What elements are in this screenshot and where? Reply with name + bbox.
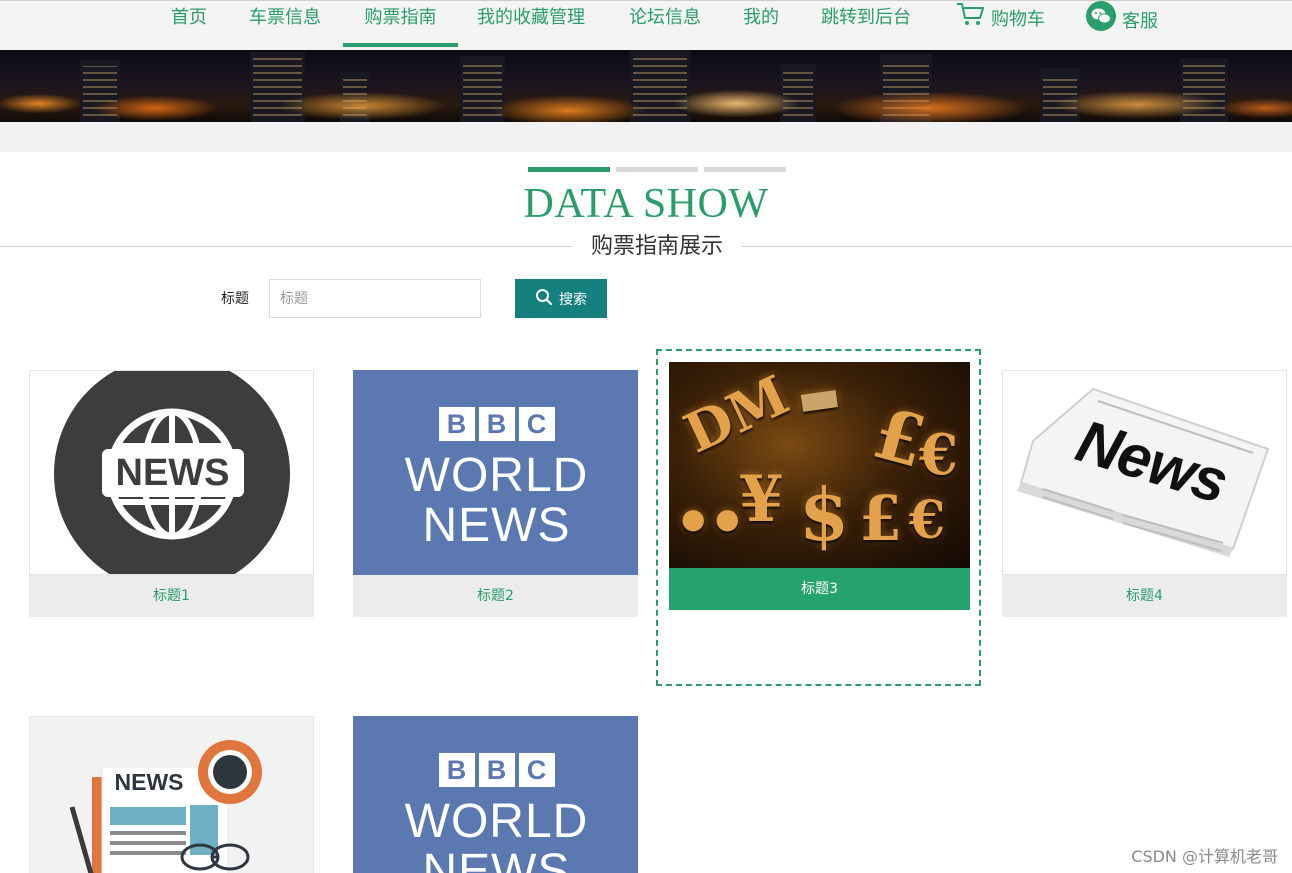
card-title: 标题2 bbox=[353, 575, 638, 617]
card-image-text: NEWS bbox=[115, 452, 230, 494]
nav-item-label: 车票信息 bbox=[249, 7, 321, 28]
bbc-logo: BBC bbox=[354, 753, 637, 787]
guide-card[interactable]: BBC WORLD NEWS bbox=[353, 716, 638, 873]
section-indicator-active bbox=[528, 167, 610, 172]
search-button-label: 搜索 bbox=[559, 291, 587, 308]
nav-item-label: 论坛信息 bbox=[629, 7, 701, 28]
wechat-icon bbox=[1086, 1, 1116, 43]
nav-item-cart[interactable]: 购物车 bbox=[955, 1, 1045, 49]
nav-item-label: 购物车 bbox=[991, 9, 1045, 30]
section-subtitle: 购票指南展示 bbox=[572, 232, 742, 262]
search-input[interactable] bbox=[269, 279, 481, 318]
section-title: DATA SHOW bbox=[523, 181, 769, 227]
nav-item-home[interactable]: 首页 bbox=[171, 1, 207, 49]
city-night-banner bbox=[0, 50, 1292, 122]
guide-card[interactable]: NEWS 标题1 bbox=[29, 370, 314, 617]
page: 首页 车票信息 购票指南 我的收藏管理 论坛信息 我的 跳转到后台 购物车 客服… bbox=[0, 0, 1292, 873]
top-nav: 首页 车票信息 购票指南 我的收藏管理 论坛信息 我的 跳转到后台 购物车 客服 bbox=[0, 0, 1292, 50]
card-title: 标题1 bbox=[29, 575, 314, 617]
nav-item-label: 我的 bbox=[743, 7, 779, 28]
card-image: DM ▬ £ € ¥ $ £ € ● ● bbox=[669, 362, 970, 568]
cart-icon bbox=[955, 1, 985, 39]
nav-item-label: 我的收藏管理 bbox=[477, 7, 585, 28]
search-button[interactable]: 搜索 bbox=[515, 279, 607, 318]
card-image-text: NEWS bbox=[114, 769, 184, 795]
nav-item-guide[interactable]: 购票指南 bbox=[343, 1, 458, 49]
nav-item-label: 首页 bbox=[171, 7, 207, 28]
banner-spacer bbox=[0, 122, 1292, 152]
guide-card-active[interactable]: DM ▬ £ € ¥ $ £ € ● ● 标题3 bbox=[656, 349, 981, 686]
nav-item-favorites[interactable]: 我的收藏管理 bbox=[477, 1, 585, 49]
guide-card[interactable]: BBC WORLD NEWS 标题2 bbox=[353, 370, 638, 617]
card-image: BBC WORLD NEWS bbox=[353, 716, 638, 873]
nav-item-backend[interactable]: 跳转到后台 bbox=[821, 1, 911, 49]
bbc-logo: BBC bbox=[354, 407, 637, 441]
section-indicator bbox=[704, 167, 786, 172]
card-image: News bbox=[1002, 370, 1287, 575]
card-title: 标题4 bbox=[1002, 575, 1287, 617]
nav-item-label: 客服 bbox=[1122, 11, 1158, 32]
nav-item-label: 购票指南 bbox=[364, 7, 437, 28]
nav-item-tickets[interactable]: 车票信息 bbox=[249, 1, 321, 49]
guide-card[interactable]: News 标题4 bbox=[1002, 370, 1287, 617]
section-indicator bbox=[616, 167, 698, 172]
card-image: NEWS bbox=[29, 716, 314, 873]
search-label: 标题 bbox=[221, 291, 249, 307]
nav-item-service[interactable]: 客服 bbox=[1086, 1, 1158, 49]
guide-card[interactable]: NEWS bbox=[29, 716, 314, 873]
card-title: 标题3 bbox=[669, 568, 970, 610]
nav-item-label: 跳转到后台 bbox=[821, 7, 911, 28]
card-image: NEWS bbox=[29, 370, 314, 575]
watermark: CSDN @计算机老哥 bbox=[1131, 847, 1278, 866]
nav-item-mine[interactable]: 我的 bbox=[743, 1, 779, 49]
search-icon bbox=[535, 288, 553, 310]
nav-item-forum[interactable]: 论坛信息 bbox=[629, 1, 701, 49]
card-image: BBC WORLD NEWS bbox=[353, 370, 638, 575]
